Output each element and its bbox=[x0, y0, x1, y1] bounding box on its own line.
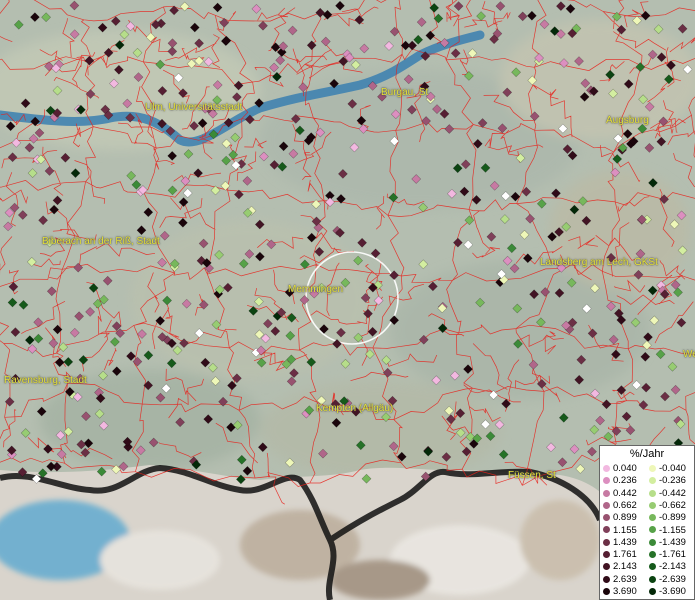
legend-swatch bbox=[649, 563, 656, 571]
legend-entry-negative: -1.155 bbox=[649, 525, 686, 536]
legend-entry-negative: -0.899 bbox=[649, 512, 686, 523]
legend-entry-positive: 3.690 bbox=[603, 586, 637, 597]
legend-entry-positive: 0.662 bbox=[603, 500, 637, 511]
legend-value: -2.143 bbox=[659, 561, 686, 573]
legend-entry-positive: 0.040 bbox=[603, 463, 637, 474]
legend-entry-negative: -1.761 bbox=[649, 549, 686, 560]
legend-swatch bbox=[603, 538, 610, 546]
city-label-we: We bbox=[683, 349, 695, 360]
legend-value: -0.040 bbox=[659, 463, 686, 474]
legend-value: 0.236 bbox=[613, 475, 637, 487]
city-label-fuessen: Füssen, St bbox=[508, 470, 556, 481]
legend-entry-positive: 0.236 bbox=[603, 475, 637, 486]
legend-entry-negative: -1.439 bbox=[649, 537, 686, 548]
legend-swatch bbox=[603, 551, 610, 559]
legend-swatch bbox=[649, 575, 656, 583]
legend-entry-positive: 0.442 bbox=[603, 488, 637, 499]
legend-value: 3.690 bbox=[613, 586, 637, 597]
legend-swatch bbox=[649, 538, 656, 546]
legend-swatch bbox=[603, 514, 610, 522]
legend-value: 1.155 bbox=[613, 524, 637, 536]
legend-value: 1.439 bbox=[613, 536, 637, 548]
legend-swatch bbox=[649, 464, 656, 472]
legend-value: -0.236 bbox=[659, 475, 686, 487]
legend-value: 2.639 bbox=[613, 573, 637, 585]
legend-entry-positive: 2.639 bbox=[603, 574, 637, 585]
legend-entry-positive: 1.155 bbox=[603, 525, 637, 536]
legend-entry-positive: 2.143 bbox=[603, 561, 637, 572]
terrain-map[interactable] bbox=[0, 0, 695, 600]
alps-region bbox=[0, 465, 620, 600]
legend-value: 0.662 bbox=[613, 499, 637, 511]
legend-swatch bbox=[603, 563, 610, 571]
legend-swatch bbox=[603, 464, 610, 472]
city-label-memmingen: Memmingen bbox=[288, 284, 344, 295]
legend-swatch bbox=[649, 526, 656, 534]
legend-value: 2.143 bbox=[613, 561, 637, 573]
city-label-augsburg: Augsburg bbox=[606, 115, 649, 126]
legend-value: -0.899 bbox=[659, 512, 686, 524]
legend-swatch bbox=[649, 477, 656, 485]
legend-entry-negative: -0.662 bbox=[649, 500, 686, 511]
legend-value: 1.761 bbox=[613, 549, 637, 561]
legend-swatch bbox=[603, 587, 610, 595]
legend-entry-positive: 0.899 bbox=[603, 512, 637, 523]
city-label-burgau: Burgau, St bbox=[381, 87, 429, 98]
legend-swatch bbox=[649, 489, 656, 497]
legend-value: -2.639 bbox=[659, 573, 686, 585]
legend-entry-negative: -0.442 bbox=[649, 488, 686, 499]
city-label-landsberg: Landsberg am Lech, GKSt bbox=[540, 257, 658, 268]
legend-entry-positive: 1.761 bbox=[603, 549, 637, 560]
legend-swatch bbox=[603, 477, 610, 485]
legend-value: 0.899 bbox=[613, 512, 637, 524]
legend-entry-negative: -0.236 bbox=[649, 475, 686, 486]
legend-entry-negative: -2.639 bbox=[649, 574, 686, 585]
legend-value: -0.442 bbox=[659, 487, 686, 499]
legend-swatch bbox=[603, 489, 610, 497]
legend-swatch bbox=[603, 501, 610, 509]
city-label-ravensburg: Ravensburg, Stadt bbox=[4, 375, 87, 386]
legend-title: %/Jahr bbox=[629, 448, 665, 460]
legend-swatch bbox=[603, 526, 610, 534]
legend-value: 0.442 bbox=[613, 487, 637, 499]
legend-entry-positive: 1.439 bbox=[603, 537, 637, 548]
legend-value: -0.662 bbox=[659, 499, 686, 511]
legend-swatch bbox=[649, 551, 656, 559]
city-label-biberach: Biberach an der Riß, Stadt bbox=[42, 236, 160, 247]
legend-entry-negative: -2.143 bbox=[649, 561, 686, 572]
legend-swatch bbox=[603, 575, 610, 583]
map-legend: %/Jahr 0.040 -0.040 0.236 -0.236 0.442 -0.442… bbox=[599, 445, 695, 600]
legend-value: -1.439 bbox=[659, 536, 686, 548]
legend-value: -1.155 bbox=[659, 524, 686, 536]
legend-swatch bbox=[649, 514, 656, 522]
legend-entry-negative: -0.040 bbox=[649, 463, 686, 474]
legend-value: -1.761 bbox=[659, 549, 686, 561]
legend-swatch bbox=[649, 587, 656, 595]
legend-swatch bbox=[649, 501, 656, 509]
city-label-kempten: Kempten (Allgäu) bbox=[316, 403, 394, 414]
legend-value: 0.040 bbox=[613, 463, 637, 474]
city-label-ulm: Ulm, Universitätsstadt bbox=[145, 102, 243, 113]
legend-value: -3.690 bbox=[659, 586, 686, 597]
legend-entry-negative: -3.690 bbox=[649, 586, 686, 597]
